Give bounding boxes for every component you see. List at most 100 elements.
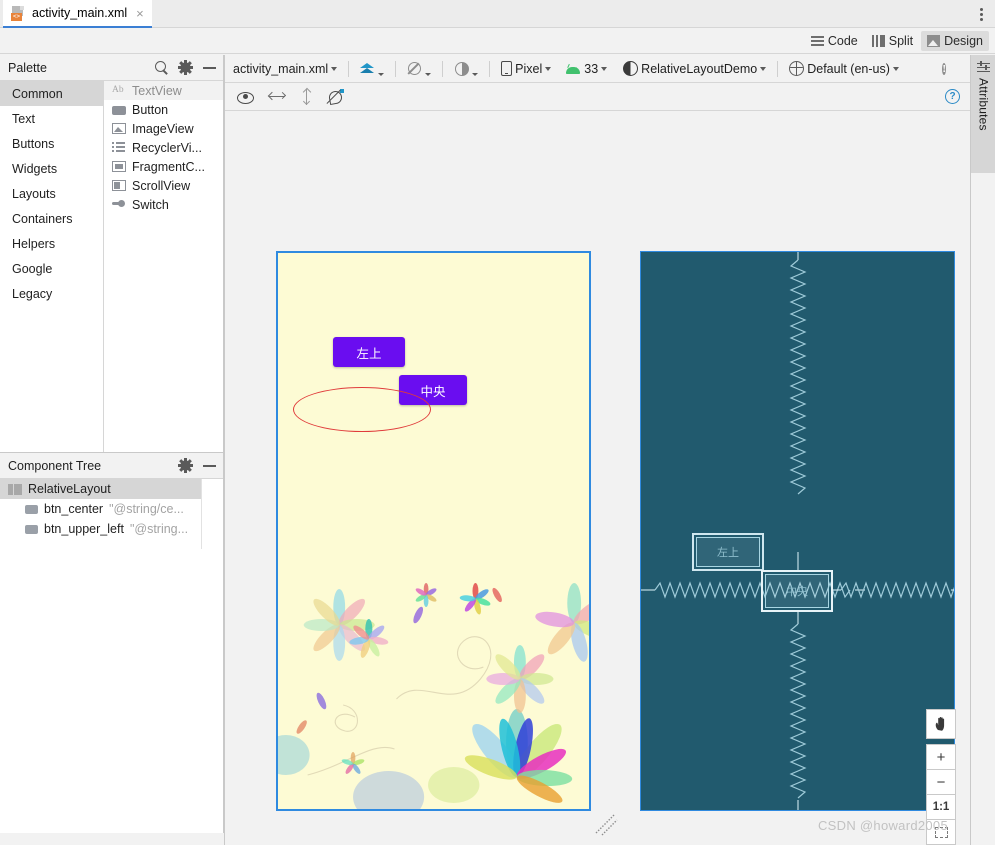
chevron-down-icon <box>472 73 479 76</box>
api-level-label: 33 <box>584 61 599 76</box>
view-options-icon[interactable] <box>237 91 254 104</box>
night-mode-button[interactable] <box>452 59 480 78</box>
palette-item-fragmentcontainer[interactable]: FragmentC... <box>104 157 223 176</box>
palette-category-legacy[interactable]: Legacy <box>0 281 103 306</box>
help-icon[interactable]: ? <box>945 89 960 104</box>
horizontal-guideline-icon[interactable] <box>269 91 287 102</box>
gear-icon[interactable] <box>178 60 193 75</box>
component-tree-scroll-gutter[interactable] <box>201 479 223 549</box>
zoom-out-button[interactable]: − <box>926 769 956 795</box>
gear-icon[interactable] <box>178 458 193 473</box>
pan-tool-button[interactable] <box>926 709 956 739</box>
globe-icon <box>789 61 805 76</box>
palette-item-label: ImageView <box>132 121 194 136</box>
palette-category-common[interactable]: Common <box>0 81 103 106</box>
chevron-down-icon <box>378 73 385 76</box>
theme-label: RelativeLayoutDemo <box>641 61 758 76</box>
tab-attributes[interactable]: Attributes <box>971 55 995 173</box>
background-flower-graphic <box>278 583 589 809</box>
blueprint-toggle-button[interactable] <box>405 59 433 78</box>
palette-item-recyclerview[interactable]: RecyclerVi... <box>104 138 223 157</box>
tree-row-btn-center[interactable]: btn_center "@string/ce... <box>0 499 223 519</box>
palette-category-label: Widgets <box>12 161 58 176</box>
blueprint-button-btn-center[interactable]: 中央 <box>761 570 833 612</box>
palette-item-textview[interactable]: Ab TextView <box>104 81 223 100</box>
attributes-strip: Attributes <box>970 55 995 845</box>
palette-category-containers[interactable]: Containers <box>0 206 103 231</box>
palette-category-layouts[interactable]: Layouts <box>0 181 103 206</box>
component-tree-hscrollbar[interactable] <box>0 833 224 845</box>
tree-row-label: btn_center <box>44 502 104 516</box>
tree-row-relativelayout[interactable]: RelativeLayout <box>0 479 223 499</box>
resize-handle-icon[interactable] <box>593 811 619 837</box>
design-button-label: 中央 <box>420 384 446 399</box>
palette-category-google[interactable]: Google <box>0 256 103 281</box>
component-tree-title: Component Tree <box>8 458 102 473</box>
vertical-guideline-icon[interactable] <box>301 88 312 106</box>
editor-tab-activity-main[interactable]: <> activity_main.xml × <box>3 0 152 28</box>
layers-button[interactable] <box>358 59 386 78</box>
design-view-icon <box>927 35 941 47</box>
palette-item-label: Switch <box>132 197 169 212</box>
design-button-label: 左上 <box>356 346 382 361</box>
warning-icon[interactable]: ! <box>942 63 946 75</box>
api-level-selector[interactable]: 33 <box>563 60 609 78</box>
palette-item-label: ScrollView <box>132 178 191 193</box>
palette-item-switch[interactable]: Switch <box>104 195 223 214</box>
search-icon[interactable] <box>154 60 169 75</box>
design-button-btn-center[interactable]: 中央 <box>399 375 467 405</box>
minimize-icon[interactable] <box>202 60 217 75</box>
tree-row-attr: "@string... <box>129 522 189 536</box>
tree-row-label: RelativeLayout <box>28 482 111 496</box>
palette-item-label: RecyclerVi... <box>132 140 202 155</box>
imageview-icon <box>112 123 126 134</box>
one-to-one-icon: 1:1 <box>932 801 950 813</box>
tab-split[interactable]: Split <box>866 31 919 51</box>
component-tree-body: RelativeLayout btn_center "@string/ce...… <box>0 479 223 845</box>
blueprint-button-btn-upper-left[interactable]: 左上 <box>692 533 764 571</box>
chevron-down-icon <box>331 66 338 71</box>
palette-item-imageview[interactable]: ImageView <box>104 119 223 138</box>
device-label: Pixel <box>515 61 543 76</box>
locale-selector[interactable]: Default (en-us) <box>787 59 901 78</box>
design-constraints-toolbar: ? <box>225 83 970 111</box>
design-canvas[interactable]: 左上 中央 左上 中央 + − 1:1 <box>225 111 970 845</box>
button-icon <box>25 505 38 515</box>
chevron-down-icon <box>760 66 767 71</box>
close-icon[interactable]: × <box>133 6 144 21</box>
palette-header: Palette <box>0 55 223 81</box>
theme-selector[interactable]: RelativeLayoutDemo <box>621 59 768 78</box>
palette-item-scrollview[interactable]: ScrollView <box>104 176 223 195</box>
palette-category-widgets[interactable]: Widgets <box>0 156 103 181</box>
blueprint-button-label: 中央 <box>786 586 808 598</box>
device-selector[interactable]: Pixel <box>499 59 553 78</box>
tab-code[interactable]: Code <box>805 31 864 51</box>
zoom-actual-size-button[interactable]: 1:1 <box>926 794 956 820</box>
palette-item-button[interactable]: Button <box>104 100 223 119</box>
design-preview-surface[interactable]: 左上 中央 <box>276 251 591 811</box>
more-options-icon[interactable] <box>973 5 989 23</box>
android-icon <box>565 63 581 74</box>
palette-category-buttons[interactable]: Buttons <box>0 131 103 156</box>
recyclerview-icon <box>112 141 126 154</box>
design-file-selector[interactable]: activity_main.xml <box>231 60 339 78</box>
fragmentcontainer-icon <box>112 161 126 172</box>
chevron-down-icon <box>545 66 552 71</box>
tree-row-btn-upper-left[interactable]: btn_upper_left "@string... <box>0 519 223 539</box>
palette-item-list: Ab TextView Button ImageView RecyclerVi.… <box>104 81 223 452</box>
palette-category-text[interactable]: Text <box>0 106 103 131</box>
palette-category-helpers[interactable]: Helpers <box>0 231 103 256</box>
chevron-down-icon <box>892 66 899 71</box>
palette-item-label: FragmentC... <box>132 159 205 174</box>
design-button-btn-upper-left[interactable]: 左上 <box>333 337 405 367</box>
tab-design[interactable]: Design <box>921 31 989 51</box>
xml-file-icon: <> <box>11 5 26 21</box>
clear-constraints-icon[interactable] <box>328 88 344 105</box>
component-tree-panel: Component Tree RelativeLayout btn_center… <box>0 452 224 845</box>
tab-split-label: Split <box>888 34 914 48</box>
locale-label: Default (en-us) <box>807 61 890 76</box>
zoom-in-button[interactable]: + <box>926 744 956 770</box>
minimize-icon[interactable] <box>202 458 217 473</box>
blueprint-preview-surface[interactable]: 左上 中央 <box>640 251 955 811</box>
component-tree-header: Component Tree <box>0 453 223 479</box>
